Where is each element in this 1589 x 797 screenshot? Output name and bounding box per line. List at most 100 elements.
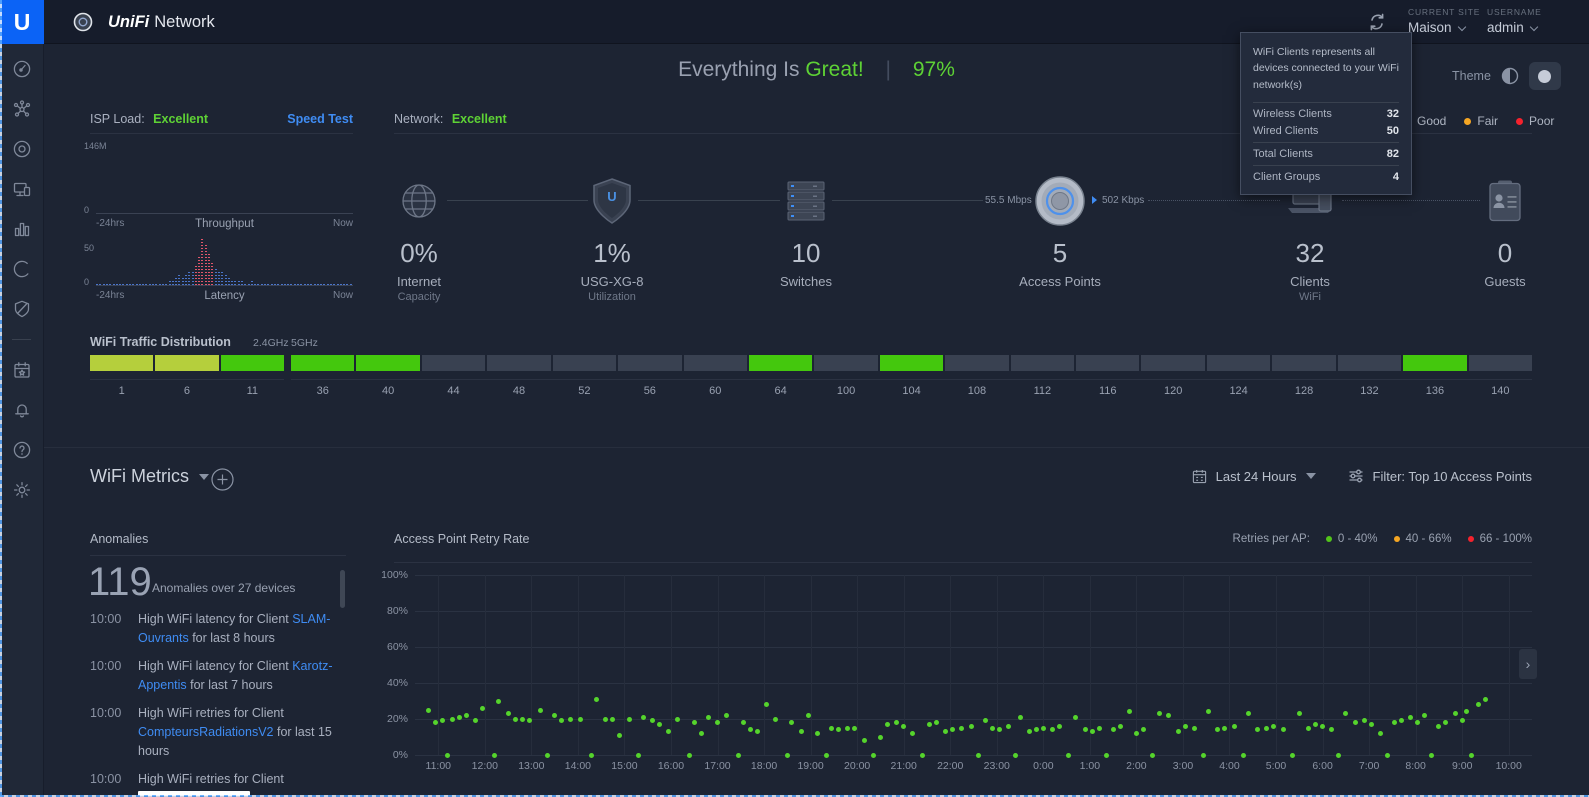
latency-spark-column (195, 266, 197, 285)
sidebar-item-security[interactable] (0, 289, 44, 329)
scatter-point (1353, 720, 1358, 725)
scatter-point (1443, 720, 1448, 725)
scatter-point (1241, 753, 1246, 758)
settings-icon (12, 480, 32, 500)
scatter-point (1157, 711, 1162, 716)
speed-test-link[interactable]: Speed Test (287, 112, 353, 126)
scatter-point (603, 717, 608, 722)
sidebar-item-clients[interactable] (0, 169, 44, 209)
gridline-h (415, 755, 1532, 756)
time-range-dropdown[interactable]: Last 24 Hours (1216, 469, 1297, 484)
x-tick-label: 18:00 (742, 760, 786, 772)
gridline-v (1136, 575, 1137, 755)
scatter-point (1206, 709, 1211, 714)
anomalies-scrollbar[interactable] (340, 570, 345, 608)
scatter-point (1415, 720, 1420, 725)
gridline-v (764, 575, 765, 755)
isp-divider (90, 133, 353, 134)
gridline-v (531, 575, 532, 755)
isp-load-header: ISP Load: Excellent Speed Test (90, 112, 353, 126)
latency-label: Latency (96, 290, 353, 302)
band-24ghz-label: 2.4GHz (253, 337, 289, 349)
ap-filter-dropdown[interactable]: Filter: Top 10 Access Points (1373, 469, 1532, 484)
channel-116: 116 (1076, 355, 1139, 397)
scatter-point (1201, 753, 1206, 758)
dark-theme-button[interactable] (1529, 62, 1561, 90)
unifi-controller-icon (72, 11, 94, 38)
sidebar-item-settings[interactable] (0, 470, 44, 510)
anomaly-time: 10:00 (90, 770, 138, 796)
channel-140: 140 (1469, 355, 1532, 397)
current-site-dropdown[interactable]: CURRENT SITE Maison (1408, 7, 1480, 35)
sidebar-item-help[interactable] (0, 430, 44, 470)
scatter-point (552, 713, 557, 718)
tooltip-text: WiFi Clients represents all devices conn… (1253, 44, 1399, 103)
channel-group-5ghz: 3640444852566064100104108112116120124128… (291, 355, 1532, 397)
latency-spark-column (218, 272, 220, 285)
add-metric-button[interactable] (211, 468, 234, 496)
scatter-point (450, 717, 455, 722)
anomalies-divider (90, 555, 346, 556)
scatter-point (1066, 753, 1071, 758)
gridline-v (485, 575, 486, 755)
gateway-icon[interactable]: U (589, 176, 635, 231)
distribution-divider (90, 379, 284, 380)
access-point-icon[interactable] (1033, 174, 1087, 233)
topology-icon (12, 99, 32, 119)
channel-label: 48 (487, 385, 550, 397)
dark-theme-icon (1538, 70, 1551, 83)
x-tick-label: 5:00 (1254, 760, 1298, 772)
tooltip-row: Client Groups4 (1253, 166, 1399, 188)
anomaly-item: 10:00High WiFi latency for Client Karotz… (90, 657, 352, 695)
sidebar-divider (12, 339, 31, 340)
node-sublabel: Capacity (329, 291, 509, 303)
username-dropdown[interactable]: USERNAME admin (1487, 7, 1542, 35)
scatter-point (741, 720, 746, 725)
latency-spark-column (215, 268, 217, 285)
sidebar-item-topology[interactable] (0, 89, 44, 129)
channel-112: 112 (1011, 355, 1074, 397)
ubiquiti-logo-icon[interactable]: U (0, 0, 44, 44)
scatter-point (1392, 720, 1397, 725)
anomaly-text-segment: for last 7 hours (187, 678, 273, 692)
channel-label: 120 (1141, 385, 1204, 397)
scatter-point (1215, 727, 1220, 732)
channel-104: 104 (880, 355, 943, 397)
scatter-point (1232, 724, 1237, 729)
sidebar-item-dashboard[interactable] (0, 49, 44, 89)
y-tick-label: 80% (368, 605, 408, 617)
sidebar-item-alerts[interactable] (0, 390, 44, 430)
scatter-point (1057, 724, 1062, 729)
channel-108: 108 (945, 355, 1008, 397)
next-page-arrow-button[interactable]: › (1519, 649, 1537, 679)
light-theme-icon[interactable] (1500, 66, 1520, 86)
metrics-controls: Last 24 Hours Filter: Top 10 Access Poin… (1192, 468, 1532, 484)
sidebar-item-events[interactable] (0, 350, 44, 390)
channel-bar (356, 355, 419, 371)
channel-label: 124 (1207, 385, 1270, 397)
switch-icon[interactable] (783, 180, 829, 227)
scatter-point (983, 718, 988, 723)
gridline-v (718, 575, 719, 755)
scatter-point (764, 702, 769, 707)
sidebar-item-devices[interactable] (0, 129, 44, 169)
client-link[interactable]: CompteursRadiationsV2 (138, 725, 274, 739)
sidebar-item-insights[interactable] (0, 249, 44, 289)
anomaly-time: 10:00 (90, 704, 138, 761)
channel-bar (945, 355, 1008, 371)
channel-group-24ghz: 1611 (90, 355, 284, 397)
quality-poor: Poor (1516, 114, 1554, 128)
scatter-point (480, 706, 485, 711)
sidebar-item-statistics[interactable] (0, 209, 44, 249)
wifi-metrics-dropdown[interactable]: WiFi Metrics (90, 466, 209, 487)
scatter-point (1306, 726, 1311, 731)
anomaly-text-segment: High WiFi retries for Client (138, 772, 284, 786)
scatter-point (675, 717, 680, 722)
guests-icon[interactable] (1485, 179, 1525, 228)
throughput-right-label: Now (333, 218, 353, 229)
scatter-point (824, 753, 829, 758)
gridline-h (415, 575, 1532, 576)
x-tick-label: 12:00 (463, 760, 507, 772)
legend-dot-icon (1468, 536, 1474, 542)
globe-icon[interactable] (398, 180, 440, 227)
